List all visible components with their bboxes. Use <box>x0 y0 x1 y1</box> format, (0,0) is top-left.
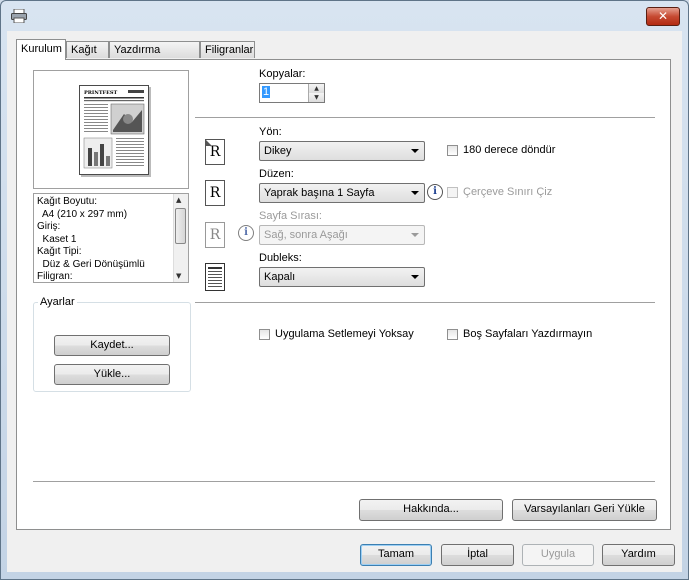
settings-summary-list[interactable]: Kağıt Boyutu: A4 (210 x 297 mm) Giriş: K… <box>33 193 189 283</box>
layout-label: Düzen: <box>259 168 294 180</box>
summary-line: Giriş: <box>37 221 61 232</box>
rotate-180-label: 180 derece döndür <box>463 144 556 156</box>
summary-scrollbar[interactable]: ▲ ▼ <box>173 194 188 282</box>
title-bar[interactable]: ✕ <box>1 1 688 31</box>
copies-label: Kopyalar: <box>259 68 306 80</box>
chevron-down-icon <box>411 191 419 195</box>
page-order-info-icon[interactable]: i <box>238 225 254 241</box>
chevron-down-icon <box>411 233 419 237</box>
draw-border-label: Çerçeve Sınırı Çiz <box>463 186 553 198</box>
printer-icon <box>11 9 27 23</box>
ok-button[interactable]: Tamam <box>360 544 432 566</box>
summary-line: Kağıt Boyutu: <box>37 196 98 207</box>
duplex-document-icon <box>205 263 225 291</box>
summary-line: Kağıt Tipi: <box>37 246 82 257</box>
summary-line: Kaset 1 <box>37 233 77 245</box>
page-order-icon: R <box>205 222 225 248</box>
tab-kurulum[interactable]: Kurulum <box>16 39 66 60</box>
draw-border-checkbox[interactable] <box>447 187 458 198</box>
duplex-label: Dubleks: <box>259 252 302 264</box>
tab-kagit[interactable]: Kağıt <box>66 41 109 58</box>
ignore-app-collate-label: Uygulama Setlemeyi Yoksay <box>275 328 414 340</box>
scroll-thumb[interactable] <box>175 208 186 244</box>
preview-page: PRINTFEST <box>79 85 149 175</box>
cancel-button[interactable]: İptal <box>441 544 514 566</box>
page-order-label: Sayfa Sırası: <box>259 210 322 222</box>
page-order-select[interactable]: Sağ, sonra Aşağı <box>259 225 425 245</box>
summary-line: A4 (210 x 297 mm) <box>37 208 128 220</box>
preview-title: PRINTFEST <box>84 90 118 96</box>
layout-select[interactable]: Yaprak başına 1 Sayfa <box>259 183 425 203</box>
load-settings-button[interactable]: Yükle... <box>54 364 170 385</box>
layout-page-icon: R <box>205 180 225 206</box>
scroll-up-arrow-icon[interactable]: ▲ <box>176 196 181 204</box>
divider <box>33 481 655 483</box>
setup-panel: PRINTFEST Kağıt Boyutu: A4 (210 x 297 mm… <box>16 59 671 530</box>
newsletter-thumbnail: PRINTFEST <box>83 90 145 169</box>
copies-down-icon[interactable]: ▼ <box>308 93 324 102</box>
ayarlar-group-title: Ayarlar <box>38 296 77 308</box>
orientation-label: Yön: <box>259 126 282 138</box>
skip-blank-pages-checkbox[interactable] <box>447 329 458 340</box>
close-button[interactable]: ✕ <box>646 7 680 26</box>
copies-value[interactable]: 1 <box>262 86 271 98</box>
dialog-window: ✕ Kurulum Kağıt Yazdırma Kalitesi Filigr… <box>0 0 689 580</box>
tab-filigranlar[interactable]: Filigranlar <box>200 41 255 58</box>
copies-spinner[interactable]: 1 ▲ ▼ <box>259 83 325 103</box>
about-button[interactable]: Hakkında... <box>359 499 503 521</box>
scroll-down-arrow-icon[interactable]: ▼ <box>176 272 181 280</box>
chevron-down-icon <box>411 275 419 279</box>
summary-line: Filigran: <box>37 271 73 282</box>
restore-defaults-button[interactable]: Varsayılanları Geri Yükle <box>512 499 657 521</box>
rotate-180-checkbox[interactable] <box>447 145 458 156</box>
ignore-app-collate-checkbox[interactable] <box>259 329 270 340</box>
dialog-client: Kurulum Kağıt Yazdırma Kalitesi Filigran… <box>7 31 682 572</box>
duplex-select[interactable]: Kapalı <box>259 267 425 287</box>
page-preview: PRINTFEST <box>33 70 189 189</box>
tab-yazdirma-kalitesi[interactable]: Yazdırma Kalitesi <box>109 41 200 73</box>
divider <box>195 302 655 304</box>
help-button[interactable]: Yardım <box>602 544 675 566</box>
apply-button[interactable]: Uygula <box>522 544 594 566</box>
portrait-orientation-icon: R <box>205 139 225 165</box>
save-settings-button[interactable]: Kaydet... <box>54 335 170 356</box>
orientation-select[interactable]: Dikey <box>259 141 425 161</box>
layout-info-icon[interactable]: i <box>427 184 443 200</box>
chevron-down-icon <box>411 149 419 153</box>
divider <box>195 117 655 119</box>
summary-line: Düz & Geri Dönüşümlü <box>37 258 145 270</box>
skip-blank-pages-label: Boş Sayfaları Yazdırmayın <box>463 328 593 340</box>
